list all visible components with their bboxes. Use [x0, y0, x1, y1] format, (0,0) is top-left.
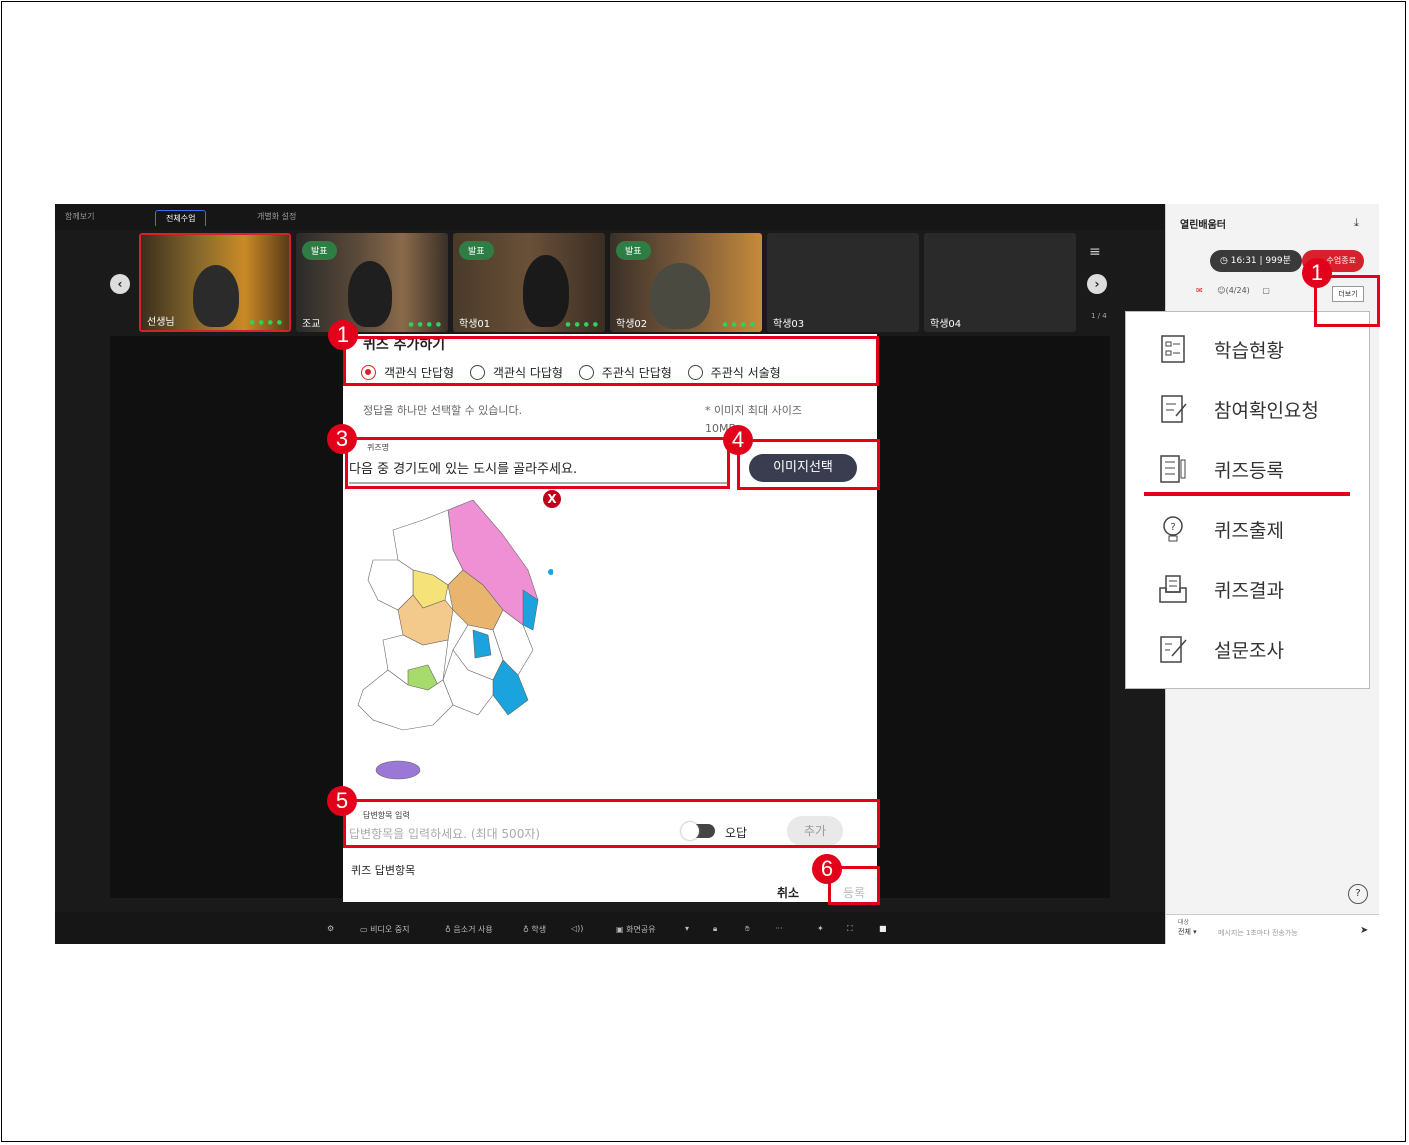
annotation-box-quiz-name	[345, 437, 730, 489]
download-icon[interactable]: ⤓	[1354, 216, 1359, 230]
class-title: 열린배움터	[1180, 220, 1226, 231]
student-mic-button[interactable]: ♁ 학생	[523, 924, 546, 935]
quiz-list-icon	[1160, 455, 1186, 483]
user-icon: ☺	[1217, 286, 1226, 295]
annotation-number: 1	[328, 320, 358, 350]
status-icons: ● ● ● ●	[565, 321, 599, 328]
panel-tabs: ✉ ☺(4/24) ▢	[1196, 286, 1270, 295]
next-page-arrow-icon[interactable]: ›	[1087, 274, 1107, 294]
presenting-badge: 발표	[459, 241, 494, 260]
presenting-badge: 발표	[616, 241, 651, 260]
video-tile[interactable]: 학생04	[924, 233, 1076, 332]
menu-item-quiz-results[interactable]: 퀴즈결과	[1126, 560, 1369, 618]
video-tile[interactable]: 발표 조교 ● ● ● ●	[296, 233, 448, 332]
chat-input-bar: 대상 전체 ▾ 메시지는 1초마다 전송가능 ➤	[1166, 914, 1379, 944]
video-tile[interactable]: 선생님 ● ● ● ●	[139, 233, 291, 332]
target-select[interactable]: 전체 ▾	[1178, 927, 1197, 937]
quiz-register-highlight	[1144, 492, 1350, 496]
lock-icon[interactable]: 🔒︎	[713, 924, 717, 934]
participant-name: 학생04	[930, 319, 962, 330]
participant-image	[523, 255, 569, 327]
view-tabs: 함께보기 전체수업 개별화 설정	[55, 204, 1165, 230]
page-indicator: 1 / 4	[1091, 312, 1107, 320]
participant-name: 선생님	[147, 317, 175, 328]
annotation-number: 3	[327, 424, 357, 454]
annotation-number: 4	[723, 425, 753, 455]
menu-item-survey[interactable]: 설문조사	[1126, 620, 1369, 678]
survey-icon	[1160, 636, 1187, 663]
screen-share-button[interactable]: ▣ 화면공유	[616, 924, 656, 935]
file-tab-icon[interactable]: ▢	[1262, 286, 1270, 295]
annotation-box-image-select	[737, 439, 880, 490]
class-timer: ◷ 16:31 | 999분	[1210, 250, 1302, 272]
menu-item-learning-status[interactable]: 학습현황	[1126, 320, 1369, 378]
video-tile[interactable]: 발표 학생02 ● ● ● ●	[610, 233, 762, 332]
clock-icon: ◷	[1220, 256, 1231, 266]
layout-icon[interactable]: ■	[879, 924, 887, 933]
mute-button[interactable]: ♁ 음소거 사용	[445, 924, 493, 935]
lightbulb-icon: ?	[1163, 516, 1183, 542]
participant-name: 학생01	[459, 319, 491, 330]
presenting-badge: 발표	[302, 241, 337, 260]
participant-image	[650, 263, 710, 329]
annotation-number: 1	[1302, 258, 1332, 288]
menu-item-quiz-register[interactable]: 퀴즈등록	[1126, 440, 1369, 498]
participant-image	[348, 261, 392, 327]
participant-name: 학생02	[616, 319, 648, 330]
help-icon[interactable]: ?	[1348, 884, 1368, 904]
send-icon[interactable]: ➤	[1360, 925, 1368, 936]
target-label: 대상	[1178, 919, 1190, 926]
participant-name: 학생03	[773, 319, 805, 330]
annotation-number: 5	[327, 786, 357, 816]
annotation-number: 6	[812, 854, 842, 884]
video-tile[interactable]: 학생03	[767, 233, 919, 332]
status-icons: ● ● ● ●	[722, 321, 756, 328]
annotation-box-quiz-type	[343, 336, 879, 386]
status-icons: ● ● ● ●	[249, 319, 283, 326]
cancel-button[interactable]: 취소	[777, 884, 799, 901]
answer-list-label: 퀴즈 답변항목	[351, 864, 416, 877]
hand-icon[interactable]: ✋︎	[745, 924, 750, 934]
settings-icon[interactable]: ⚙	[327, 924, 334, 933]
gesture-icon[interactable]: ✦	[817, 924, 824, 933]
participants-tab[interactable]: ☺(4/24)	[1217, 286, 1250, 295]
inbox-checklist-icon	[1159, 575, 1187, 603]
fullscreen-icon[interactable]: ⛶	[847, 924, 853, 934]
more-menu: 학습현황 참여확인요청 퀴즈등록 ? 퀴즈출제 퀴즈결과 설문조사	[1125, 311, 1370, 689]
participant-image	[193, 265, 239, 327]
tab-together[interactable]: 함께보기	[65, 211, 94, 222]
chat-input[interactable]: 메시지는 1초마다 전송가능	[1218, 928, 1298, 938]
list-icon	[1161, 335, 1185, 363]
chat-tab-icon[interactable]: ✉	[1196, 286, 1203, 295]
tab-individual-settings[interactable]: 개별화 설정	[257, 211, 296, 222]
filter-icon[interactable]: ≡	[1089, 244, 1101, 260]
annotation-box-answer-input	[343, 799, 880, 848]
svg-text:?: ?	[1170, 522, 1175, 533]
menu-item-attendance-request[interactable]: 참여확인요청	[1126, 380, 1369, 438]
video-toggle-button[interactable]: ▭ 비디오 중지	[360, 924, 409, 935]
dropdown-chevron-icon[interactable]: ▾	[685, 924, 689, 933]
edit-list-icon	[1161, 395, 1187, 423]
korea-map-image	[357, 500, 553, 780]
prev-page-arrow-icon[interactable]: ‹	[110, 274, 130, 294]
participant-name: 조교	[302, 319, 321, 330]
monitor-icon: ▣	[616, 925, 627, 934]
status-icons: ● ● ● ●	[408, 321, 442, 328]
menu-item-quiz-assign[interactable]: ? 퀴즈출제	[1126, 500, 1369, 558]
speaker-icon[interactable]: ◁))	[571, 924, 583, 933]
video-tile[interactable]: 발표 학생01 ● ● ● ●	[453, 233, 605, 332]
type-help-text: 정답을 하나만 선택할 수 있습니다.	[363, 404, 523, 417]
camera-icon: ▭	[360, 925, 371, 934]
control-bar: ⚙ ▭ 비디오 중지 ♁ 음소거 사용 ♁ 학생 ◁)) ▣ 화면공유 ▾ 🔒︎…	[55, 912, 1165, 944]
tab-whole-class[interactable]: 전체수업	[155, 210, 207, 226]
more-dots-icon[interactable]: ···	[775, 924, 783, 933]
image-size-note: * 이미지 최대 사이즈 10MB	[705, 404, 802, 435]
